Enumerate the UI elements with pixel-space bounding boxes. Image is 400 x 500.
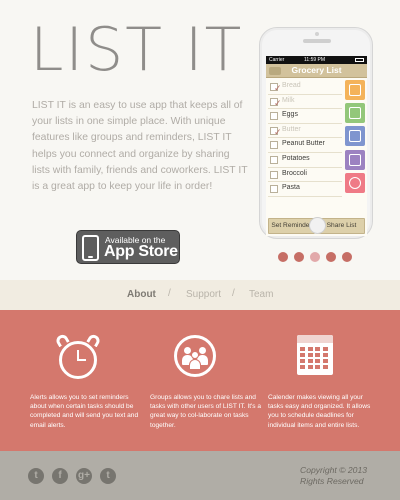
alarm-clock-icon xyxy=(54,332,102,379)
nav-separator: / xyxy=(232,288,235,299)
battery-icon xyxy=(355,58,364,62)
checkbox[interactable] xyxy=(270,185,278,194)
phone-screen: Carrier 11:59 PM Grocery List ✓ Bread ✓ Mil… xyxy=(266,56,367,236)
checkmark-icon: ✓ xyxy=(274,97,282,108)
list-item[interactable]: ✓ Milk xyxy=(268,95,342,110)
list-item[interactable]: Peanut Butter xyxy=(268,138,342,153)
app-description: LIST IT is an easy to use app that keeps… xyxy=(32,100,248,193)
checkbox[interactable]: ✓ xyxy=(270,126,282,137)
status-time: 11:59 PM xyxy=(304,57,326,63)
phone-mockup: Carrier 11:59 PM Grocery List ✓ Bread ✓ Mil… xyxy=(259,27,373,239)
carousel-dot[interactable] xyxy=(326,252,336,262)
twitter-icon[interactable]: t xyxy=(28,468,44,484)
checkmark-icon: ✓ xyxy=(274,126,282,137)
group-icon xyxy=(174,335,216,377)
tumblr-icon[interactable]: t xyxy=(100,468,116,484)
copyright-line-2: Rights Reserved xyxy=(300,476,364,486)
checkbox[interactable] xyxy=(270,112,278,121)
checkmark-icon: ✓ xyxy=(274,83,282,93)
checkbox[interactable] xyxy=(270,141,278,150)
app-store-big-text: App Store xyxy=(104,243,178,260)
grocery-list: ✓ Bread ✓ Milk Eggs ✓ Butter Peanut Butter Potat… xyxy=(268,80,342,197)
carousel-dot[interactable] xyxy=(342,252,352,262)
screen-navbar: Grocery List xyxy=(266,64,367,78)
list-item[interactable]: Eggs xyxy=(268,109,342,124)
carousel-dot[interactable] xyxy=(294,252,304,262)
list-item-label: Potatoes xyxy=(282,154,310,162)
phone-earpiece xyxy=(303,39,331,43)
carousel-dot[interactable] xyxy=(278,252,288,262)
list-item[interactable]: ✓ Butter xyxy=(268,124,342,139)
googleplus-icon[interactable]: g+ xyxy=(76,468,92,484)
nav-link-team[interactable]: Team xyxy=(249,289,273,300)
features-section: Alerts allows you to set reminders about… xyxy=(0,310,400,451)
list-item[interactable]: Pasta xyxy=(268,182,342,197)
calendar-icon xyxy=(294,335,336,377)
home-button xyxy=(309,217,326,234)
list-item[interactable]: Broccoli xyxy=(268,168,342,183)
list-item-label: Peanut Butter xyxy=(282,140,325,148)
checkbox[interactable] xyxy=(270,170,278,179)
side-icon-bar xyxy=(345,80,365,196)
logo-title: LIST IT xyxy=(30,15,244,85)
groups-feature-text: Groups allows you to chare lists and tas… xyxy=(150,394,262,429)
group-icon[interactable] xyxy=(345,149,365,170)
copyright: Copyright © 2013 Rights Reserved xyxy=(300,465,367,487)
list-item-label: Milk xyxy=(282,96,295,104)
nav-link-support[interactable]: Support xyxy=(186,289,221,300)
screen-title: Grocery List xyxy=(291,65,342,75)
app-store-button[interactable]: Available on the App Store xyxy=(76,230,180,264)
carousel-dot[interactable] xyxy=(310,252,320,262)
checkbox[interactable]: ✓ xyxy=(270,83,282,93)
list-item-label: Eggs xyxy=(282,111,298,119)
footer: t f g+ t Copyright © 2013 Rights Reserved xyxy=(0,451,400,500)
list-icon[interactable] xyxy=(345,80,365,100)
alerts-feature-text: Alerts allows you to set reminders about… xyxy=(30,394,139,429)
nav-link-about[interactable]: About xyxy=(127,289,156,300)
section-nav: About / Support / Team xyxy=(0,280,400,310)
checkbox[interactable] xyxy=(270,155,278,164)
copyright-line-1: Copyright © 2013 xyxy=(300,465,368,475)
gear-icon[interactable] xyxy=(345,172,365,193)
list-item-label: Butter xyxy=(282,125,301,133)
list-item[interactable]: ✓ Bread xyxy=(268,80,342,95)
list-item-label: Broccoli xyxy=(282,169,307,177)
status-bar: Carrier 11:59 PM xyxy=(266,56,367,64)
calendar-feature-text: Calender makes viewing all your tasks ea… xyxy=(268,394,371,429)
document-icon[interactable] xyxy=(345,103,365,124)
phone-icon xyxy=(82,235,99,261)
facebook-icon[interactable]: f xyxy=(52,468,68,484)
nav-separator: / xyxy=(168,288,171,299)
carrier-label: Carrier xyxy=(269,57,285,63)
set-reminder-button[interactable]: Set Reminder xyxy=(268,218,315,234)
phone-camera xyxy=(315,32,319,36)
copy-icon[interactable] xyxy=(345,126,365,147)
list-item[interactable]: Potatoes xyxy=(268,153,342,168)
hero-section: LIST IT LIST IT is an easy to use app th… xyxy=(0,0,400,280)
list-item-label: Bread xyxy=(282,82,301,89)
list-item-label: Pasta xyxy=(282,184,300,192)
checkbox[interactable]: ✓ xyxy=(270,97,282,108)
